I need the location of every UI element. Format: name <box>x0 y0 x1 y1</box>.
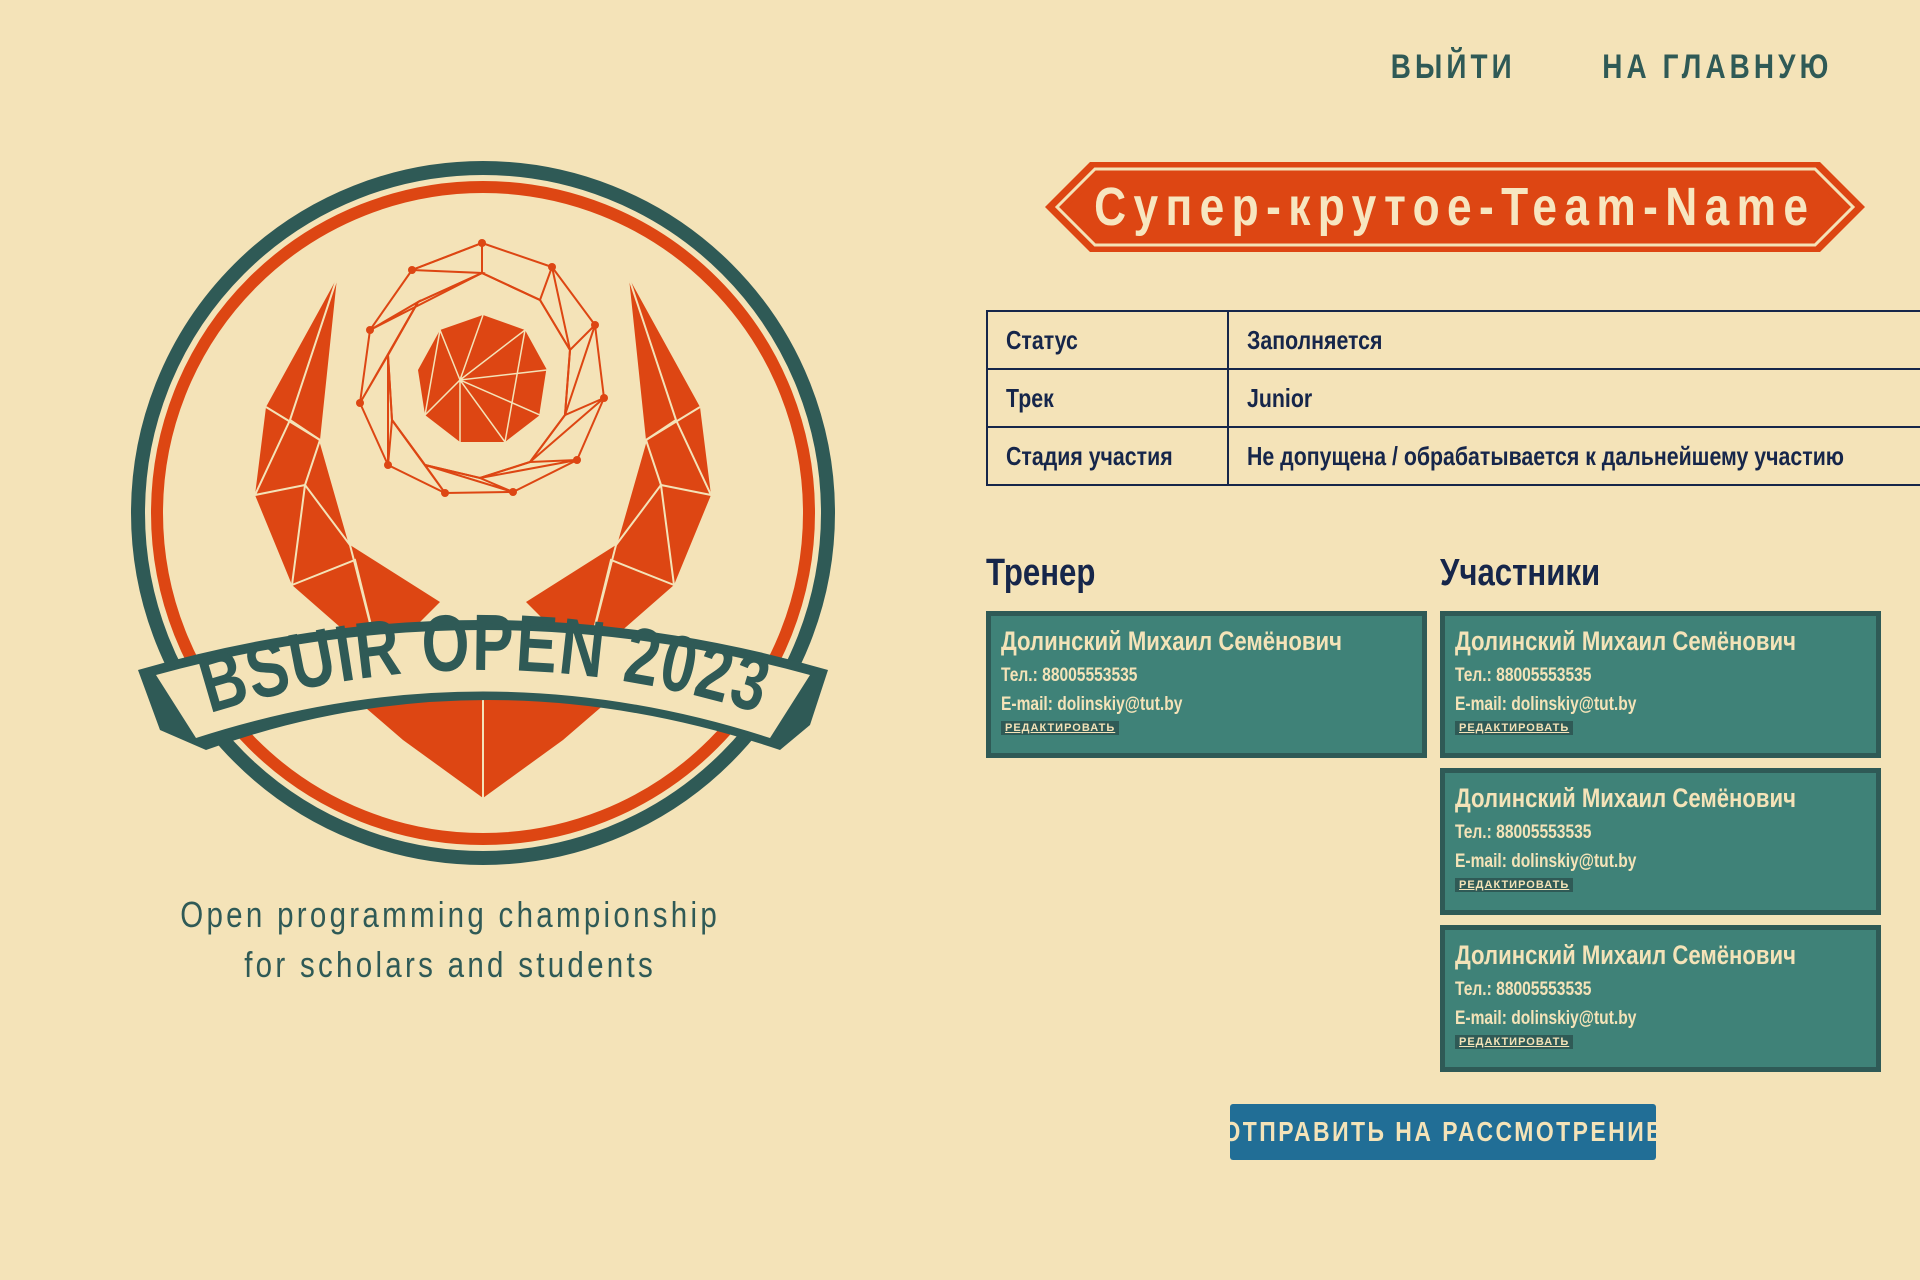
participant-email: E-mail: dolinskiy@tut.by <box>1455 851 1637 872</box>
status-value: Заполняется <box>1227 310 1920 370</box>
table-row: Статус Заполняется <box>985 310 1920 370</box>
coach-name: Долинский Михаил Семёнович <box>1001 626 1343 656</box>
participants-section-title: Участники <box>1440 552 1601 594</box>
table-row: Стадия участия Не допущена / обрабатывае… <box>985 426 1920 486</box>
tagline: Open programming championship for schola… <box>90 890 810 990</box>
coach-edit-link[interactable]: РЕДАКТИРОВАТЬ <box>1001 721 1120 735</box>
participant-edit-link[interactable]: РЕДАКТИРОВАТЬ <box>1455 878 1574 892</box>
participant-phone: Тел.: 88005553535 <box>1455 665 1592 686</box>
status-label: Статус <box>985 310 1230 370</box>
participant-edit-link[interactable]: РЕДАКТИРОВАТЬ <box>1455 1035 1574 1049</box>
participant-phone: Тел.: 88005553535 <box>1455 822 1592 843</box>
tagline-line-1: Open programming championship <box>180 894 720 935</box>
submit-for-review-button[interactable]: ОТПРАВИТЬ НА РАССМОТРЕНИЕ <box>1222 1104 1661 1160</box>
participant-card: Долинский Михаил Семёнович Тел.: 8800555… <box>1440 925 1881 1072</box>
tagline-line-2: for scholars and students <box>244 944 656 985</box>
table-row: Трек Junior <box>985 368 1920 428</box>
coach-section-title: Тренер <box>986 552 1096 594</box>
participant-email: E-mail: dolinskiy@tut.by <box>1455 694 1637 715</box>
logout-link-label: ВЫЙТИ <box>1390 48 1516 86</box>
coach-phone: Тел.: 88005553535 <box>1001 665 1138 686</box>
logout-link[interactable]: ВЫЙТИ <box>1377 48 1529 87</box>
coach-email: E-mail: dolinskiy@tut.by <box>1001 694 1183 715</box>
team-name: Супер-крутое-Team-Name <box>1094 177 1816 237</box>
participant-name: Долинский Михаил Семёнович <box>1455 626 1797 656</box>
track-value: Junior <box>1227 368 1920 428</box>
participant-email: E-mail: dolinskiy@tut.by <box>1455 1008 1637 1029</box>
participant-card: Долинский Михаил Семёнович Тел.: 8800555… <box>1440 768 1881 915</box>
participant-edit-link[interactable]: РЕДАКТИРОВАТЬ <box>1455 721 1574 735</box>
home-link[interactable]: НА ГЛАВНУЮ <box>1577 48 1858 87</box>
stage-label: Стадия участия <box>985 426 1230 486</box>
participant-card: Долинский Михаил Семёнович Тел.: 8800555… <box>1440 611 1881 758</box>
participant-phone: Тел.: 88005553535 <box>1455 979 1592 1000</box>
coach-card: Долинский Михаил Семёнович Тел.: 8800555… <box>986 611 1427 758</box>
bsuir-open-logo: BSUIR OPEN 2023 <box>131 161 835 865</box>
submit-button-label: ОТПРАВИТЬ НА РАССМОТРЕНИЕ <box>1222 1116 1664 1147</box>
team-info-table: Статус Заполняется Трек Junior Стадия уч… <box>985 310 1920 486</box>
home-link-label: НА ГЛАВНУЮ <box>1602 48 1833 86</box>
track-label: Трек <box>985 368 1230 428</box>
participant-name: Долинский Михаил Семёнович <box>1455 940 1797 970</box>
stage-value: Не допущена / обрабатывается к дальнейше… <box>1227 426 1920 486</box>
participant-name: Долинский Михаил Семёнович <box>1455 783 1797 813</box>
top-nav: ВЫЙТИ НА ГЛАВНУЮ <box>1377 48 1858 87</box>
